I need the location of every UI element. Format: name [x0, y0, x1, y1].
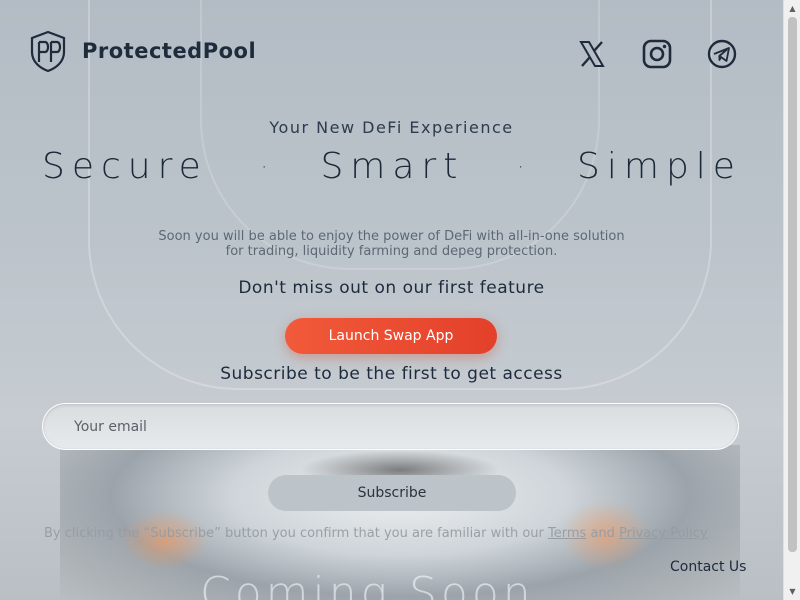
coming-soon-text: Coming Soon — [200, 568, 535, 600]
description-line: Soon you will be able to enjoy the power… — [158, 229, 625, 244]
privacy-policy-link[interactable]: Privacy Policy — [619, 526, 708, 541]
logo[interactable]: ProtectedPool — [30, 30, 256, 72]
consent-and: and — [586, 526, 620, 541]
launch-swap-app-button[interactable]: Launch Swap App — [285, 318, 497, 354]
headline-word-secure: Secure — [42, 146, 208, 187]
consent-prefix: By clicking the “Subscribe” button you c… — [44, 526, 549, 541]
scroll-up-arrow-icon[interactable]: ▲ — [784, 0, 800, 17]
feature-text: Don't miss out on our first feature — [238, 278, 545, 298]
description: Soon you will be able to enjoy the power… — [0, 229, 783, 259]
contact-us-link[interactable]: Contact Us — [670, 559, 746, 575]
description-line: for trading, liquidity farming and depeg… — [225, 244, 558, 259]
headline-separator: · — [517, 154, 524, 179]
shield-logo-icon — [30, 30, 66, 72]
headline-word-simple: Simple — [577, 146, 742, 187]
headline: Secure · Smart · Simple — [42, 146, 742, 187]
scrollbar[interactable]: ▲ ▼ — [783, 0, 800, 600]
subscribe-heading: Subscribe to be the first to get access — [220, 364, 563, 384]
headline-word-smart: Smart — [320, 146, 465, 187]
email-field[interactable] — [42, 403, 739, 450]
tagline: Your New DeFi Experience — [269, 118, 514, 137]
subscribe-button[interactable]: Subscribe — [268, 475, 516, 511]
scroll-down-arrow-icon[interactable]: ▼ — [784, 583, 800, 600]
consent-text: By clicking the “Subscribe” button you c… — [44, 526, 744, 541]
scrollbar-thumb[interactable] — [788, 17, 797, 552]
terms-link[interactable]: Terms — [548, 526, 586, 541]
brand-name: ProtectedPool — [82, 39, 257, 63]
headline-separator: · — [260, 154, 268, 179]
telegram-icon[interactable] — [706, 38, 738, 70]
instagram-icon[interactable] — [641, 38, 673, 70]
x-icon[interactable] — [576, 38, 608, 70]
